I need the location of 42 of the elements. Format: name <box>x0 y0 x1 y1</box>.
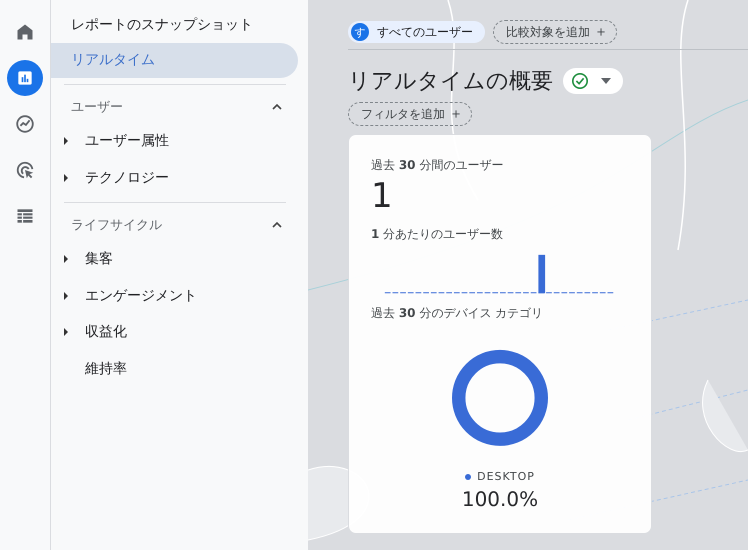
expand-triangle-icon <box>63 328 69 336</box>
page-title: リアルタイムの概要 <box>348 68 553 96</box>
device-category-label: 過去 30 分のデバイス カテゴリ <box>371 305 544 322</box>
sidebar-item[interactable]: 収益化 <box>51 314 308 350</box>
expand-triangle-icon <box>63 174 69 182</box>
item-label: テクノロジー <box>85 168 169 187</box>
legend-label: DESKTOP <box>477 470 535 483</box>
nav-rail-button[interactable] <box>7 60 43 96</box>
expand-triangle-icon <box>63 137 69 146</box>
section-header[interactable]: ライフサイクル <box>51 209 308 241</box>
expand-triangle-icon <box>63 255 69 264</box>
per-minute-label: 1 分あたりのユーザー数 <box>371 226 504 243</box>
item-label: エンゲージメント <box>85 286 197 305</box>
section-title: ライフサイクル <box>71 217 162 234</box>
sidebar-item[interactable]: 集客 <box>51 241 308 278</box>
sidebar-item[interactable]: ユーザー属性 <box>51 123 308 160</box>
home-icon <box>15 22 35 42</box>
add-filter-button[interactable]: フィルタを追加 ＋ <box>348 102 472 126</box>
item-label: 維持率 <box>85 360 127 378</box>
item-label: 集客 <box>85 250 113 268</box>
sidebar-item[interactable]: リアルタイム <box>51 43 298 78</box>
chip-label: すべてのユーザー <box>377 24 473 40</box>
section-title: ユーザー <box>71 99 123 116</box>
section-header[interactable]: ユーザー <box>51 91 308 123</box>
dropdown-caret-icon <box>601 78 611 84</box>
status-dropdown[interactable] <box>563 68 623 94</box>
all-users-chip[interactable]: す すべてのユーザー <box>348 21 485 43</box>
sidebar-item[interactable]: 維持率 <box>51 350 308 387</box>
add-comparison-button[interactable]: 比較対象を追加 ＋ <box>493 20 617 44</box>
device-share-value: 100.0% <box>460 487 540 511</box>
sidebar-item[interactable]: テクノロジー <box>51 160 308 196</box>
sidebar-item[interactable]: レポートのスナップショット <box>51 8 298 43</box>
cursor-target-icon <box>14 159 36 181</box>
users-label: 過去 30 分間のユーザー <box>371 157 504 174</box>
expand-triangle-icon <box>63 292 69 300</box>
segment-avatar: す <box>351 23 369 41</box>
check-circle-icon <box>571 72 589 90</box>
sidebar-item[interactable]: エンゲージメント <box>51 278 308 314</box>
users-count: 1 <box>371 176 394 216</box>
item-label: ユーザー属性 <box>85 132 169 150</box>
item-label: 収益化 <box>85 323 127 342</box>
trend-chart-icon <box>14 113 36 135</box>
